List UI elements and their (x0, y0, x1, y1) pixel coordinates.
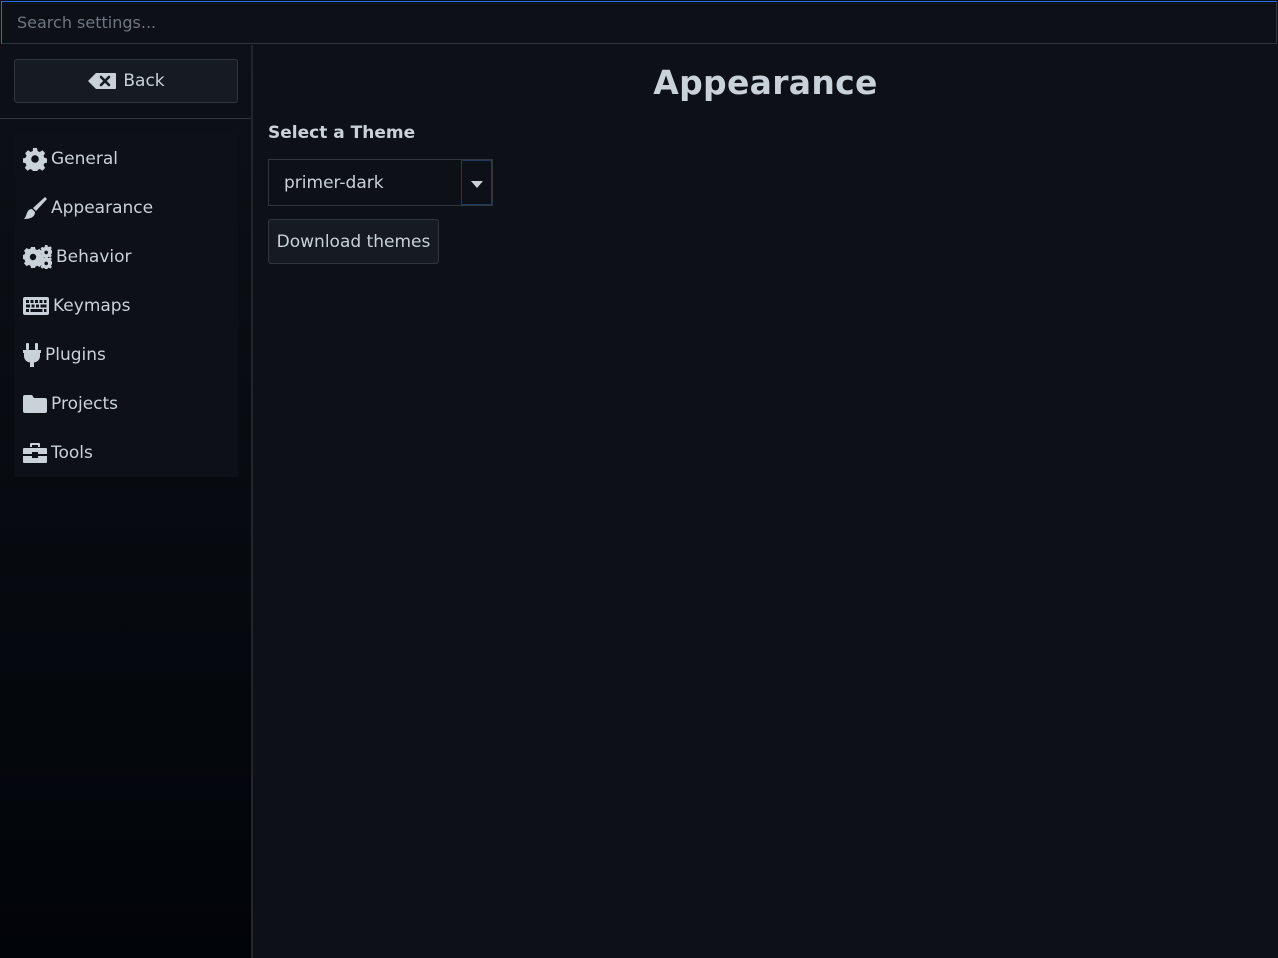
settings-window: Back General (0, 0, 1278, 958)
theme-section-label: Select a Theme (268, 123, 416, 143)
sidebar-item-label: Plugins (45, 344, 106, 365)
back-button[interactable]: Back (14, 59, 238, 103)
theme-select[interactable]: primer-dark (268, 159, 493, 206)
folder-icon (23, 394, 47, 414)
sidebar-item-keymaps[interactable]: Keymaps (14, 281, 238, 330)
paintbrush-icon (23, 196, 47, 220)
sidebar-item-label: Appearance (51, 197, 154, 218)
keyboard-icon (23, 296, 49, 316)
sidebar-item-label: Projects (51, 393, 119, 414)
sidebar-divider (0, 118, 251, 119)
main-panel: Appearance Select a Theme primer-dark Do… (253, 45, 1278, 958)
sidebar-item-general[interactable]: General (14, 134, 238, 183)
search-input[interactable] (2, 2, 1276, 43)
sidebar: Back General Appearance Behavior Keymaps… (0, 45, 253, 958)
sidebar-item-label: Keymaps (53, 295, 131, 316)
plug-icon (23, 342, 41, 367)
sidebar-item-appearance[interactable]: Appearance (14, 183, 238, 232)
backspace-icon (87, 72, 117, 90)
toolbox-icon (23, 442, 47, 464)
sidebar-item-projects[interactable]: Projects (14, 379, 238, 428)
sidebar-item-label: General (51, 148, 118, 169)
download-themes-button[interactable]: Download themes (268, 219, 439, 264)
page-title: Appearance (653, 63, 878, 102)
sidebar-item-label: Behavior (56, 246, 132, 267)
sidebar-item-label: Tools (51, 442, 93, 463)
theme-select-toggle[interactable] (461, 160, 492, 205)
sidebar-item-tools[interactable]: Tools (14, 428, 238, 477)
settings-nav: General Appearance Behavior Keymaps Plug… (14, 134, 238, 477)
gear-icon (23, 147, 47, 171)
sidebar-item-plugins[interactable]: Plugins (14, 330, 238, 379)
sidebar-item-behavior[interactable]: Behavior (14, 232, 238, 281)
theme-select-value: primer-dark (284, 172, 384, 193)
back-button-label: Back (123, 71, 165, 91)
caret-down-icon (470, 173, 483, 192)
search-bar (1, 1, 1277, 44)
gears-icon (23, 244, 52, 269)
